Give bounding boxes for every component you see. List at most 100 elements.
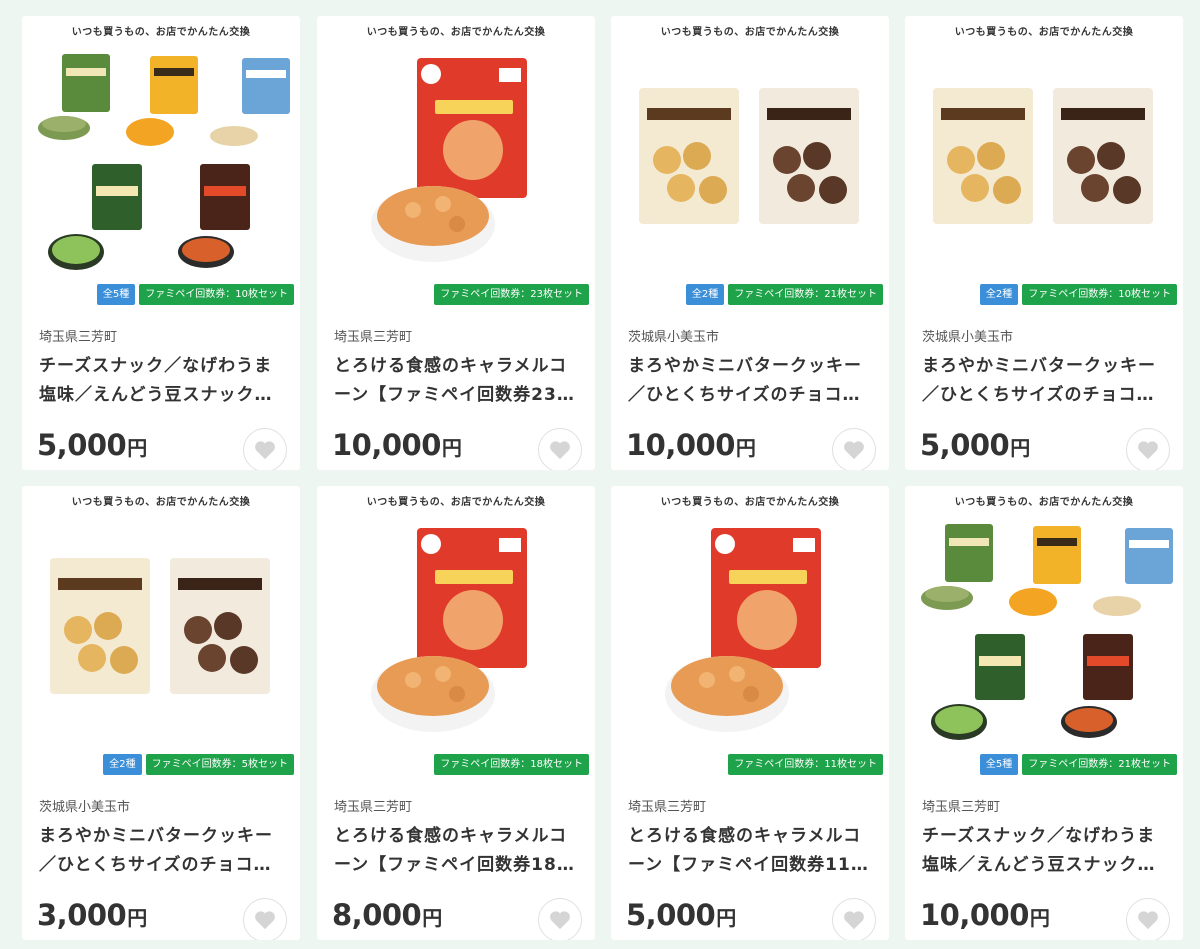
price-value: 10,000 [626, 428, 735, 462]
heart-icon [1138, 911, 1158, 930]
price: 5,000円 [920, 428, 1030, 462]
product-image[interactable] [323, 510, 589, 746]
product-image[interactable] [28, 510, 294, 746]
heart-icon [550, 441, 570, 460]
caramel-corn-picture [665, 528, 821, 732]
ticket-set-badge: ファミペイ回数券：21枚セット [1022, 754, 1177, 775]
favorite-button[interactable] [538, 898, 582, 940]
snack-assortment-picture [38, 54, 290, 270]
product-title[interactable]: まろやかミニバタークッキー／ひとくちサイズのチョコチップクッキー [628, 352, 875, 410]
region-label: 埼玉県三芳町 [334, 330, 413, 345]
region-label: 埼玉県三芳町 [922, 800, 1001, 815]
product-title[interactable]: とろける食感のキャラメルコーン【ファミペイ回数券18枚セット】 [334, 822, 581, 880]
favorite-button[interactable] [1126, 428, 1170, 470]
product-card[interactable]: いつも買うもの、お店でかんたん交換 [905, 486, 1183, 940]
price: 10,000円 [920, 898, 1050, 932]
ticket-set-badge: ファミペイ回数券：18枚セット [434, 754, 589, 775]
heart-icon [844, 441, 864, 460]
region-label: 埼玉県三芳町 [39, 330, 118, 345]
heart-icon [255, 911, 275, 930]
card-tagline: いつも買うもの、お店でかんたん交換 [71, 27, 251, 38]
product-title[interactable]: とろける食感のキャラメルコーン【ファミペイ回数券11枚セット】 [628, 822, 875, 880]
snack-assortment-picture [921, 524, 1173, 740]
region-label: 茨城県小美玉市 [39, 800, 131, 815]
region-label: 茨城県小美玉市 [922, 330, 1014, 345]
ticket-set-badge: ファミペイ回数券：5枚セット [145, 754, 294, 775]
price: 5,000円 [37, 428, 147, 462]
product-card[interactable]: いつも買うもの、お店でかんたん交換 ファミペイ回数券：18枚セット 埼玉県三芳町… [317, 486, 595, 940]
product-image[interactable] [28, 40, 294, 276]
product-title[interactable]: チーズスナック／なげわうま塩味／えんどう豆スナック／こだわりの枝豆スナック／韓国… [39, 352, 286, 410]
favorite-button[interactable] [243, 898, 287, 940]
variety-count-badge: 全2種 [979, 284, 1019, 305]
card-tagline: いつも買うもの、お店でかんたん交換 [660, 27, 840, 38]
product-card[interactable]: いつも買うもの、お店でかんたん交換 [611, 16, 889, 470]
badge-row: 全5種 ファミペイ回数券：21枚セット [979, 754, 1177, 775]
favorite-button[interactable] [1126, 898, 1170, 940]
product-card[interactable]: いつも買うもの、お店でかんたん交換 [22, 486, 300, 940]
cookies-picture [50, 558, 270, 694]
product-title[interactable]: チーズスナック／なげわうま塩味／えんどう豆スナック／こだわりの枝豆スナック／韓国… [922, 822, 1169, 880]
price-currency: 円 [127, 906, 147, 930]
favorite-button[interactable] [538, 428, 582, 470]
region-label: 茨城県小美玉市 [628, 330, 720, 345]
region-label: 埼玉県三芳町 [628, 800, 707, 815]
heart-icon [550, 911, 570, 930]
product-card[interactable]: いつも買うもの、お店でかんたん交換 ファミペイ回数券：11枚セット 埼玉県三芳町… [611, 486, 889, 940]
price-currency: 円 [422, 906, 442, 930]
badge-row: ファミペイ回数券：11枚セット [728, 754, 883, 775]
price: 10,000円 [626, 428, 756, 462]
badge-row: 全2種 ファミペイ回数券：21枚セット [685, 284, 883, 305]
product-title[interactable]: まろやかミニバタークッキー／ひとくちサイズのチョコチップクッキー [922, 352, 1169, 410]
price-currency: 円 [716, 906, 736, 930]
variety-count-badge: 全2種 [103, 754, 142, 775]
card-tagline: いつも買うもの、お店でかんたん交換 [954, 27, 1134, 38]
price-currency: 円 [735, 436, 756, 460]
price-value: 5,000 [626, 898, 716, 932]
product-image[interactable] [323, 40, 589, 276]
heart-icon [844, 911, 864, 930]
product-card[interactable]: いつも買うもの、お店でかんたん交換 [22, 16, 300, 470]
card-tagline: いつも買うもの、お店でかんたん交換 [71, 497, 251, 508]
favorite-button[interactable] [832, 898, 876, 940]
card-tagline: いつも買うもの、お店でかんたん交換 [954, 497, 1134, 508]
product-image[interactable] [617, 510, 883, 746]
price-currency: 円 [441, 436, 462, 460]
ticket-set-badge: ファミペイ回数券：10枚セット [1022, 284, 1177, 305]
badge-row: ファミペイ回数券：18枚セット [434, 754, 589, 775]
badge-row: 全5種 ファミペイ回数券：10枚セット [96, 284, 294, 305]
favorite-button[interactable] [243, 428, 287, 470]
badge-row: ファミペイ回数券：23枚セット [434, 284, 589, 305]
product-title[interactable]: まろやかミニバタークッキー／ひとくちサイズのチョコチップクッキー [39, 822, 286, 880]
heart-icon [255, 441, 275, 460]
product-card[interactable]: いつも買うもの、お店でかんたん交換 [905, 16, 1183, 470]
badge-row: 全2種 ファミペイ回数券：10枚セット [979, 284, 1177, 305]
cookies-picture [933, 88, 1153, 224]
price-currency: 円 [1029, 906, 1050, 930]
price-value: 10,000 [332, 428, 441, 462]
product-card[interactable]: いつも買うもの、お店でかんたん交換 ファミペイ回数券：23枚セット 埼玉県三芳町… [317, 16, 595, 470]
ticket-set-badge: ファミペイ回数券：23枚セット [434, 284, 589, 305]
product-image[interactable] [617, 40, 883, 276]
price: 3,000円 [37, 898, 147, 932]
product-title[interactable]: とろける食感のキャラメルコーン【ファミペイ回数券23枚セット】 [334, 352, 581, 410]
ticket-set-badge: ファミペイ回数券：10枚セット [139, 284, 294, 305]
variety-count-badge: 全5種 [979, 754, 1019, 775]
region-label: 埼玉県三芳町 [334, 800, 413, 815]
badge-row: 全2種 ファミペイ回数券：5枚セット [103, 754, 294, 775]
price-value: 3,000 [37, 898, 127, 932]
product-image[interactable] [911, 510, 1177, 746]
card-tagline: いつも買うもの、お店でかんたん交換 [660, 497, 840, 508]
ticket-set-badge: ファミペイ回数券：21枚セット [728, 284, 883, 305]
product-image[interactable] [911, 40, 1177, 276]
heart-icon [1138, 441, 1158, 460]
price: 8,000円 [332, 898, 442, 932]
card-tagline: いつも買うもの、お店でかんたん交換 [366, 497, 546, 508]
price-value: 10,000 [920, 898, 1029, 932]
price-value: 8,000 [332, 898, 422, 932]
ticket-set-badge: ファミペイ回数券：11枚セット [728, 754, 883, 775]
card-tagline: いつも買うもの、お店でかんたん交換 [366, 27, 546, 38]
price-value: 5,000 [37, 428, 127, 462]
favorite-button[interactable] [832, 428, 876, 470]
product-grid: いつも買うもの、お店でかんたん交換 全5種 ファミペイ回数券：10枚セット 埼玉… [0, 0, 1200, 949]
